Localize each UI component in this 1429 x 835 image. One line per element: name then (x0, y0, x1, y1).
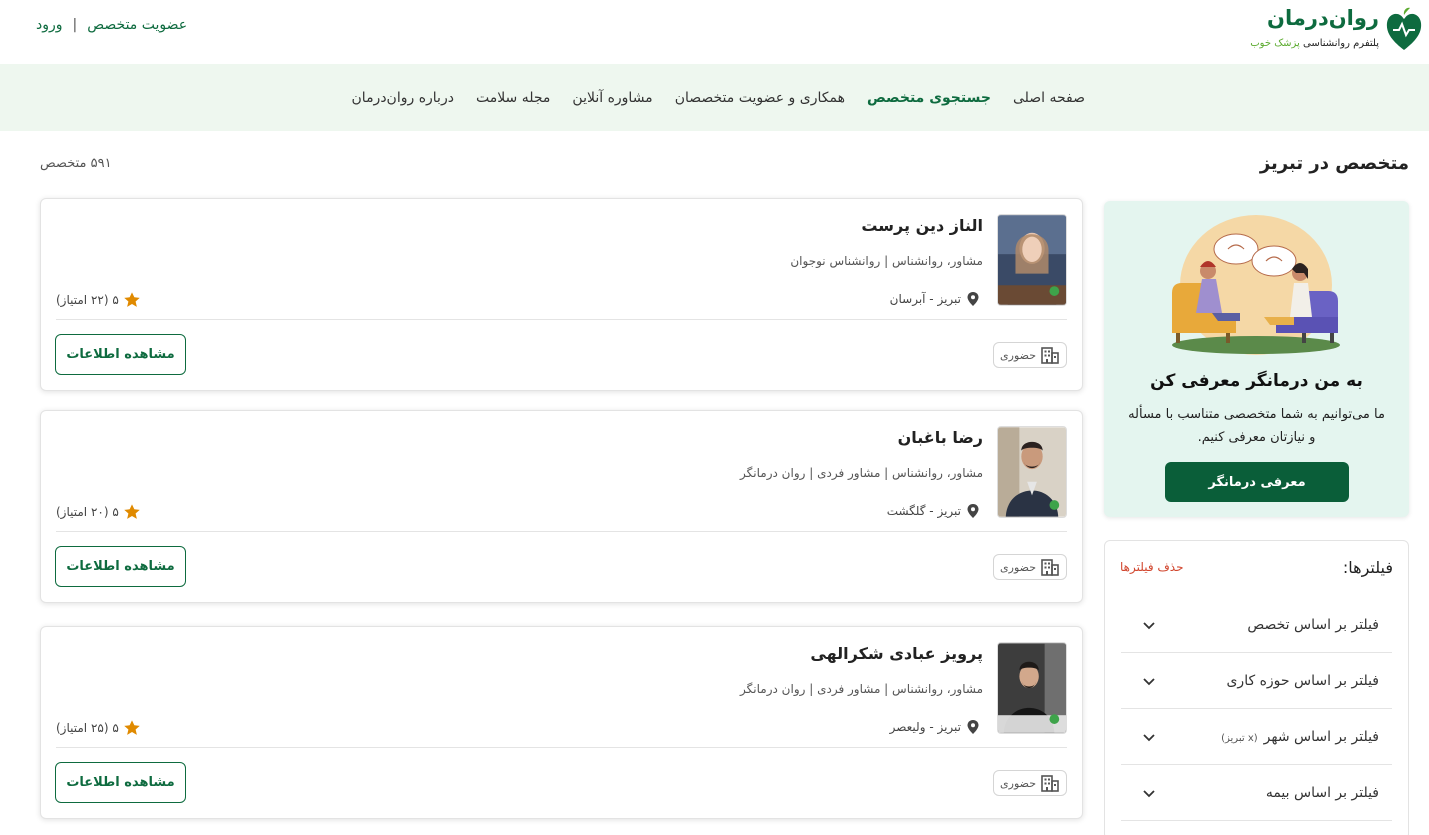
expert-name[interactable]: الناز دین پرست (861, 216, 983, 235)
card-divider (56, 319, 1067, 320)
filter-insurance[interactable]: فیلتر بر اساس بیمه (1121, 765, 1392, 821)
expert-rating: ۵ (۲۵ امتیاز) (56, 719, 141, 737)
expert-roles: مشاور، روانشناس | مشاور فردی | روان درما… (740, 466, 983, 480)
view-info-button[interactable]: مشاهده اطلاعات (55, 762, 186, 803)
location-text: تبریز - آبرسان (889, 292, 961, 306)
expert-avatar[interactable] (997, 214, 1067, 306)
expert-photo-icon (998, 215, 1066, 305)
brand-name: روان‌درمان (1267, 6, 1379, 30)
expert-name[interactable]: پرویز عبادی شکرالهی (810, 644, 983, 663)
nav-find-expert[interactable]: جستجوی متخصص (867, 90, 991, 106)
site-header: روان‌درمان پلتفرم روانشناسی پزشک خوب عضو… (0, 0, 1429, 64)
location-pin-icon (967, 720, 979, 734)
filter-city[interactable]: فیلتر بر اساس شهر (x تبریز) (1121, 709, 1392, 765)
building-icon (1041, 347, 1059, 364)
therapy-session-illustration-icon (1172, 215, 1340, 355)
filter-specialty[interactable]: فیلتر بر اساس تخصص (1121, 597, 1392, 653)
nav-collaboration[interactable]: همکاری و عضویت متخصصان (675, 90, 845, 106)
visit-type-label: حضوری (1000, 560, 1036, 574)
rating-text: ۵ (۲۵ امتیاز) (56, 721, 119, 735)
view-info-button[interactable]: مشاهده اطلاعات (55, 546, 186, 587)
chevron-down-icon (1143, 733, 1155, 741)
recommend-therapist-promo: به من درمانگر معرفی کن ما می‌توانیم به ش… (1104, 201, 1409, 517)
star-icon (124, 720, 140, 735)
expert-location: تبریز - گلگشت (887, 503, 981, 519)
chevron-down-icon (1143, 789, 1155, 797)
expert-location: تبریز - آبرسان (890, 291, 981, 307)
brand-tagline: پلتفرم روانشناسی پزشک خوب (1250, 38, 1379, 49)
page-title: متخصص در تبریز (1259, 153, 1409, 174)
building-icon (1041, 775, 1059, 792)
filter-label-text: فیلتر بر اساس شهر (1263, 728, 1379, 745)
building-icon (1041, 559, 1059, 576)
expert-avatar[interactable] (997, 642, 1067, 734)
brand-tagline-accent: پزشک خوب (1250, 38, 1300, 49)
rating-text: ۵ (۲۲ امتیاز) (56, 293, 119, 307)
expert-card: رضا باغبان مشاور، روانشناس | مشاور فردی … (40, 410, 1083, 603)
location-text: تبریز - گلگشت (886, 504, 961, 518)
visit-type-badge: حضوری (993, 554, 1067, 580)
nav-about[interactable]: درباره روان‌درمان (352, 90, 454, 106)
rating-text: ۵ (۲۰ امتیاز) (56, 505, 119, 519)
chevron-down-icon (1143, 621, 1155, 629)
expert-photo-icon (998, 643, 1066, 733)
brand-tagline-main: پلتفرم روانشناسی (1303, 38, 1379, 49)
nav-home[interactable]: صفحه اصلی (1013, 90, 1085, 106)
result-count: ۵۹۱ متخصص (40, 156, 112, 171)
location-text: تبریز - ولیعصر (889, 720, 961, 734)
visit-type-label: حضوری (1000, 348, 1036, 362)
expert-rating: ۵ (۲۲ امتیاز) (56, 291, 141, 309)
filter-label: فیلتر بر اساس بیمه (1265, 784, 1379, 801)
visit-type-label: حضوری (1000, 776, 1036, 790)
expert-roles: مشاور، روانشناس | مشاور فردی | روان درما… (740, 682, 983, 696)
filter-label: فیلتر بر اساس تخصص (1247, 616, 1379, 633)
filter-city-chip[interactable]: (x تبریز) (1221, 733, 1258, 744)
star-icon (124, 292, 140, 307)
brain-heart-logo-icon (1386, 7, 1422, 51)
location-pin-icon (967, 292, 979, 306)
site-logo[interactable]: روان‌درمان پلتفرم روانشناسی پزشک خوب (1250, 4, 1423, 58)
recommend-therapist-button[interactable]: معرفی درمانگر (1165, 462, 1349, 502)
expert-signup-link[interactable]: عضویت متخصص (87, 17, 187, 33)
nav-health-magazine[interactable]: مجله سلامت (476, 90, 550, 106)
promo-text: ما می‌توانیم به شما متخصصی متناسب با مسأ… (1128, 407, 1385, 445)
card-divider (56, 531, 1067, 532)
filters-panel: فیلترها: حذف فیلترها فیلتر بر اساس تخصص … (1104, 540, 1409, 835)
expert-card: پرویز عبادی شکرالهی مشاور، روانشناس | مش… (40, 626, 1083, 819)
auth-links: عضویت متخصص | ورود (36, 17, 187, 33)
auth-separator: | (72, 17, 78, 33)
location-pin-icon (967, 504, 979, 518)
filters-title: فیلترها: (1342, 558, 1393, 577)
expert-roles: مشاور، روانشناس | روانشناس نوجوان (790, 254, 983, 268)
expert-rating: ۵ (۲۰ امتیاز) (56, 503, 141, 521)
visit-type-badge: حضوری (993, 342, 1067, 368)
clear-filters-link[interactable]: حذف فیلترها (1120, 560, 1184, 574)
chevron-down-icon (1143, 677, 1155, 685)
login-link[interactable]: ورود (36, 17, 63, 33)
promo-title: به من درمانگر معرفی کن (1150, 371, 1363, 391)
expert-card: الناز دین پرست مشاور، روانشناس | روانشنا… (40, 198, 1083, 391)
nav-online-consult[interactable]: مشاوره آنلاین (572, 90, 652, 106)
visit-type-badge: حضوری (993, 770, 1067, 796)
expert-location: تبریز - ولیعصر (890, 719, 981, 735)
nav-list: صفحه اصلی جستجوی متخصص همکاری و عضویت مت… (352, 64, 1085, 131)
star-icon (124, 504, 140, 519)
main-nav: صفحه اصلی جستجوی متخصص همکاری و عضویت مت… (0, 64, 1429, 131)
filter-work-area[interactable]: فیلتر بر اساس حوزه کاری (1121, 653, 1392, 709)
expert-name[interactable]: رضا باغبان (898, 428, 983, 447)
card-divider (56, 747, 1067, 748)
filter-label: فیلتر بر اساس حوزه کاری (1226, 672, 1379, 689)
view-info-button[interactable]: مشاهده اطلاعات (55, 334, 186, 375)
filter-label: فیلتر بر اساس شهر (x تبریز) (1221, 729, 1379, 745)
expert-avatar[interactable] (997, 426, 1067, 518)
expert-photo-icon (998, 427, 1066, 517)
